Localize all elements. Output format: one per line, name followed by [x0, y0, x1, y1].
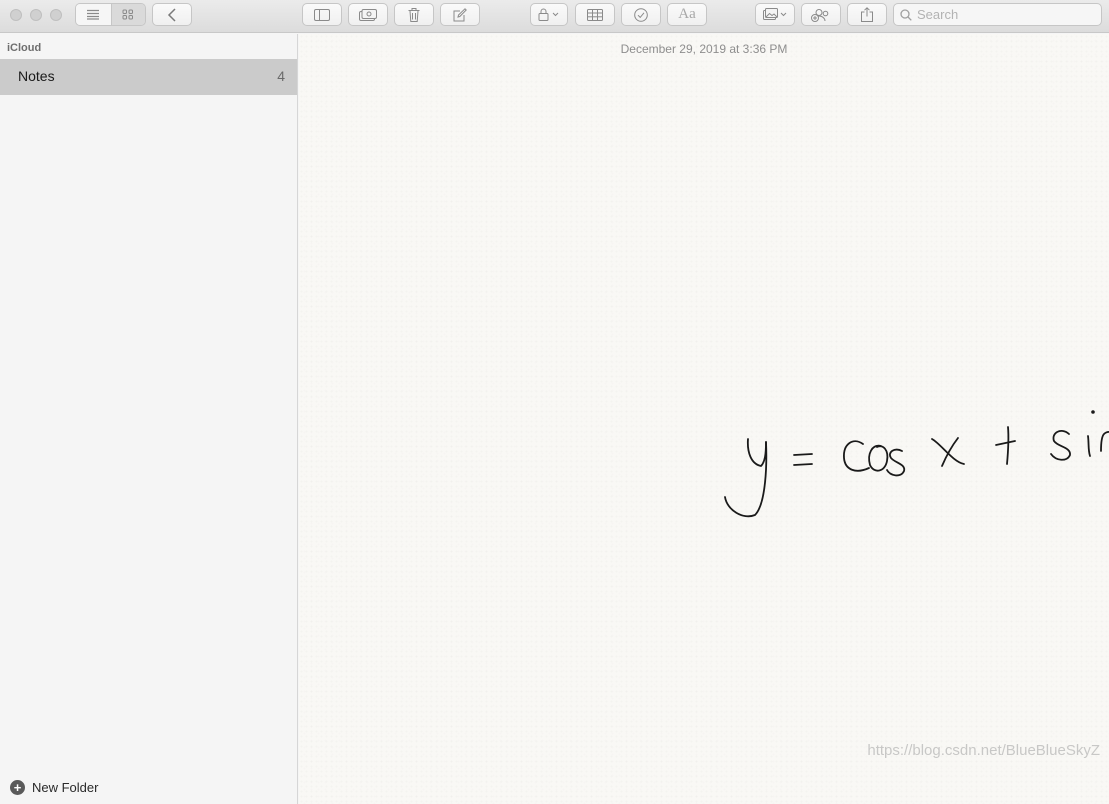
close-window-button[interactable]: [10, 9, 22, 21]
new-folder-button[interactable]: + New Folder: [10, 780, 98, 795]
text-format-icon: Aa: [678, 6, 696, 22]
search-input[interactable]: [917, 7, 1087, 22]
sidebar-icon: [314, 8, 330, 21]
attachments-browser-button[interactable]: [348, 3, 388, 26]
handwritten-sketch[interactable]: [719, 404, 1109, 524]
note-date: December 29, 2019 at 3:36 PM: [620, 42, 788, 56]
table-icon: [587, 8, 603, 21]
add-people-button[interactable]: [801, 3, 841, 26]
table-button[interactable]: [575, 3, 615, 26]
share-icon: [861, 7, 873, 22]
gallery-view-button[interactable]: [110, 4, 145, 25]
new-note-button[interactable]: [440, 3, 480, 26]
search-field[interactable]: [893, 3, 1102, 26]
grid-icon: [122, 9, 134, 20]
new-folder-label: New Folder: [32, 780, 99, 795]
photo-icon: [763, 8, 787, 20]
zoom-window-button[interactable]: [50, 9, 62, 21]
trash-icon: [408, 7, 420, 22]
add-people-icon: [811, 8, 829, 22]
toolbar: Aa: [0, 0, 1109, 33]
lock-note-button[interactable]: [530, 3, 568, 26]
checkmark-circle-icon: [634, 7, 648, 22]
chevron-left-icon: [167, 7, 176, 22]
minimize-window-button[interactable]: [30, 9, 42, 21]
folder-name: Notes: [18, 68, 55, 84]
folder-item-notes[interactable]: Notes 4: [0, 59, 297, 95]
list-icon: [87, 9, 100, 20]
share-button[interactable]: [847, 3, 887, 26]
folders-sidebar: iCloud Notes 4 + New Folder: [0, 34, 298, 804]
list-view-button[interactable]: [76, 4, 111, 25]
media-button[interactable]: [755, 3, 795, 26]
search-icon: [900, 8, 912, 21]
checklist-button[interactable]: [621, 3, 661, 26]
view-mode-segmented-control: [75, 3, 146, 26]
format-button[interactable]: Aa: [667, 3, 707, 26]
compose-icon: [453, 7, 467, 21]
attachments-icon: [359, 8, 377, 21]
folder-note-count: 4: [277, 68, 285, 84]
toggle-sidebar-button[interactable]: [302, 3, 342, 26]
delete-button[interactable]: [394, 3, 434, 26]
watermark: https://blog.csdn.net/BlueBlueSkyZ: [867, 742, 1100, 759]
plus-circle-icon: +: [10, 780, 25, 795]
back-button[interactable]: [152, 3, 192, 26]
lock-icon: [538, 8, 559, 21]
note-editor[interactable]: December 29, 2019 at 3:36 PM: [299, 34, 1109, 804]
account-header: iCloud: [7, 42, 42, 54]
